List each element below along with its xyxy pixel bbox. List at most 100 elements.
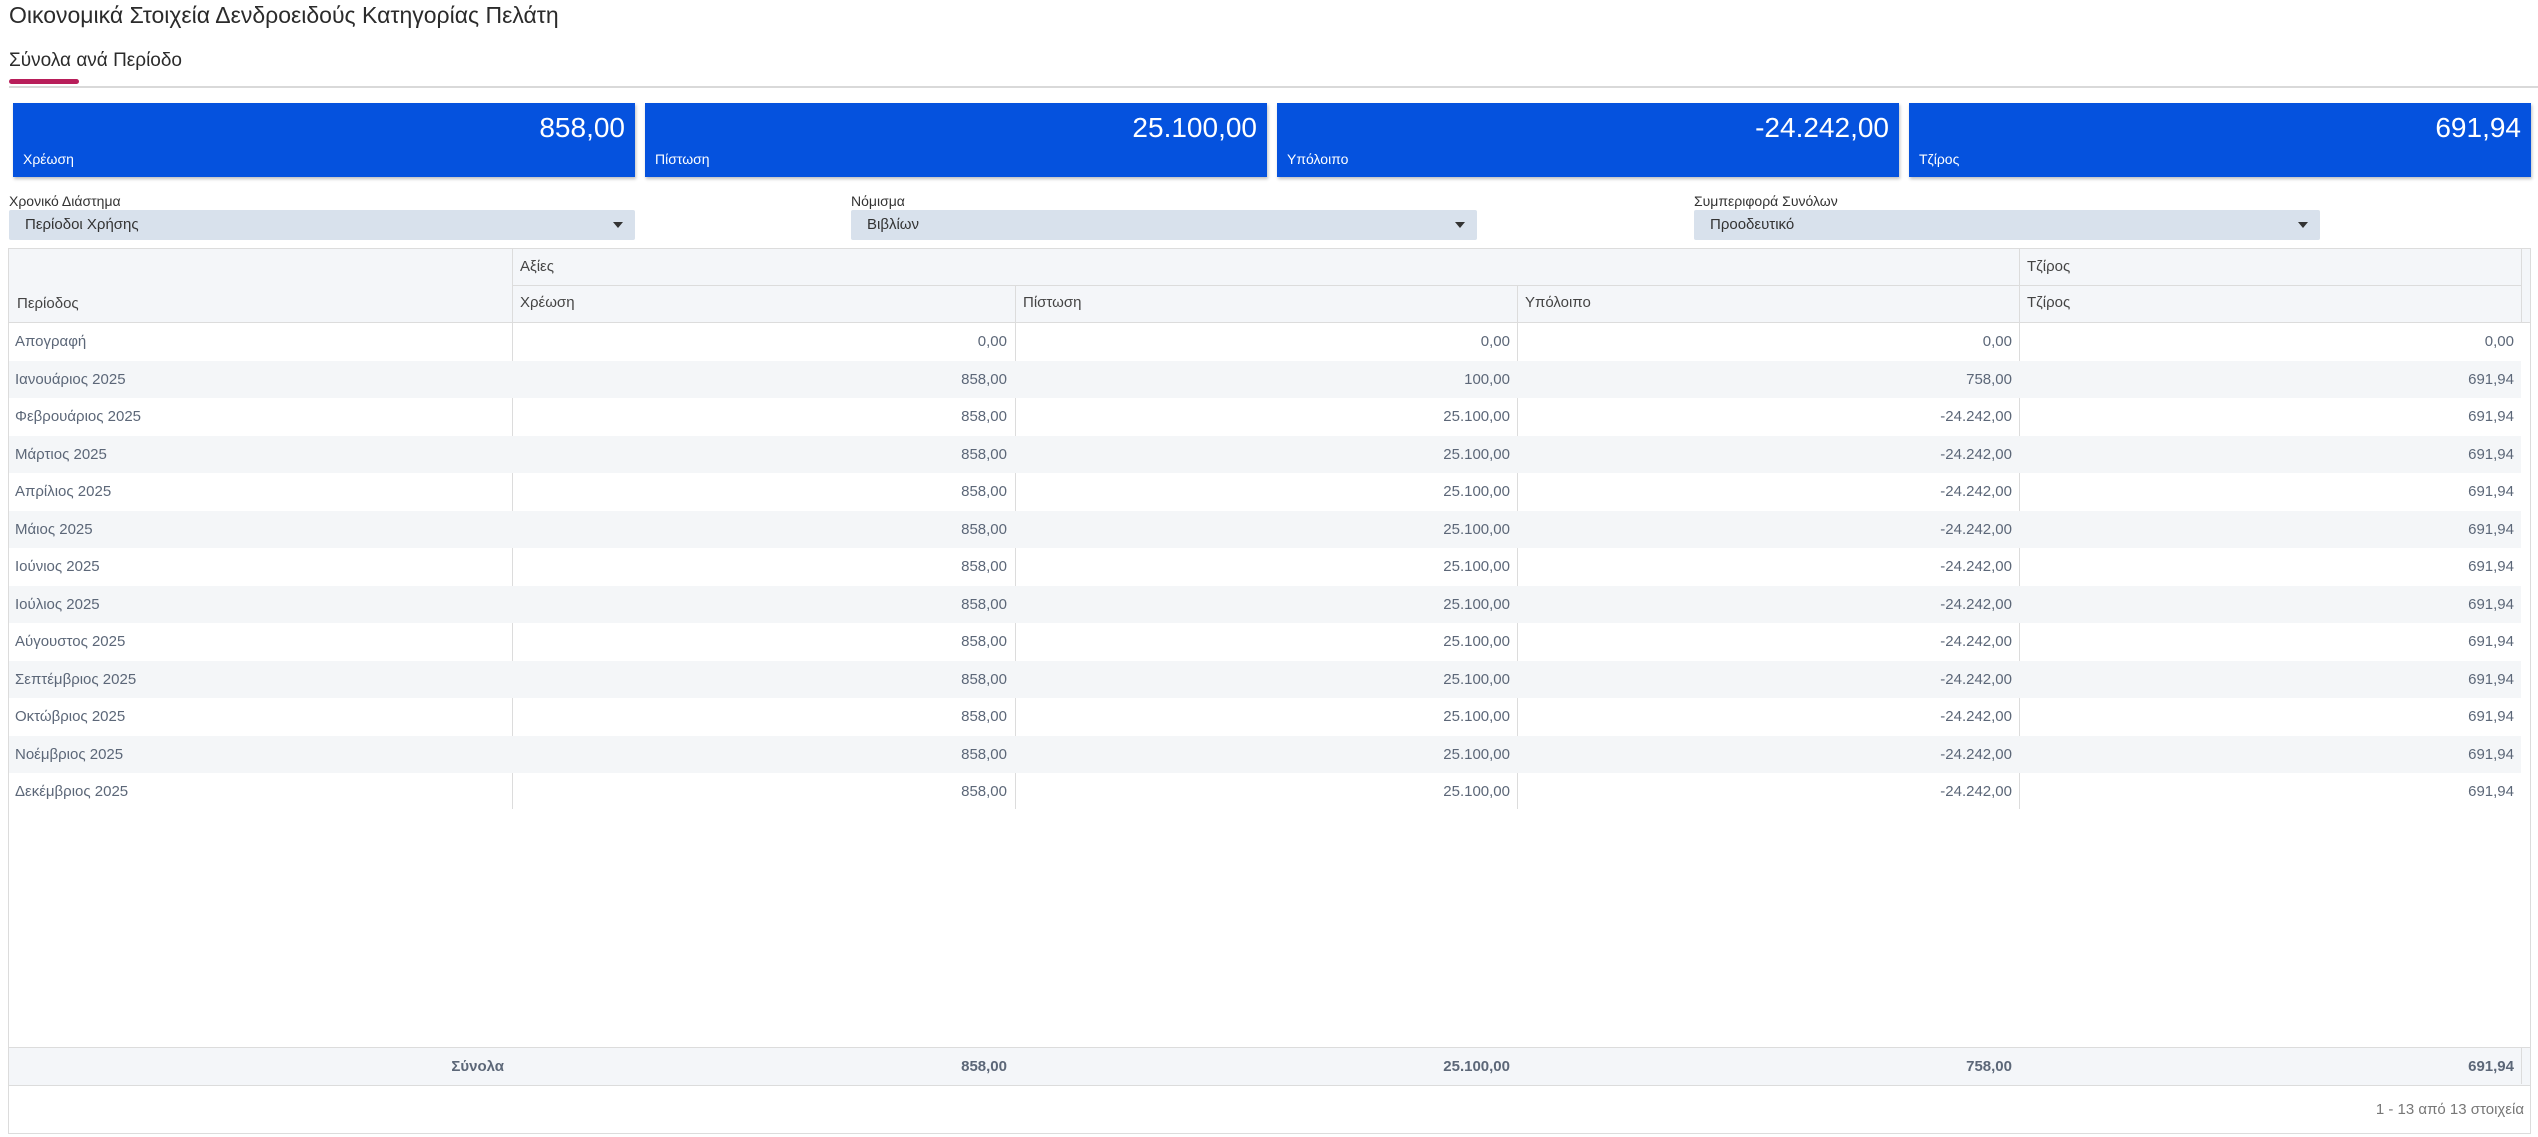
tab-totals-per-period[interactable]: Σύνολα ανά Περίοδο <box>9 46 182 76</box>
time-range-select[interactable]: Περίοδοι Χρήσης <box>9 210 635 240</box>
table-row[interactable]: Ιανουάριος 2025 858,00 100,00 758,00 691,94 <box>9 360 2521 398</box>
kpi-label: Υπόλοιπο <box>1287 151 1349 167</box>
cell-debit: 0,00 <box>977 333 1007 350</box>
table-row[interactable]: Οκτώβριος 2025 858,00 25.100,00 -24.242,00 6… <box>9 698 2521 736</box>
group-header-values: Αξίες <box>520 258 554 275</box>
table-row[interactable]: Απογραφή 0,00 0,00 0,00 0,00 <box>9 323 2521 361</box>
caret-down-icon <box>2298 222 2308 228</box>
cell-balance: -24.242,00 <box>1940 558 2012 575</box>
totals-row: Σύνολα 858,00 25.100,00 758,00 691,94 <box>9 1047 2530 1086</box>
column-header-debit[interactable]: Χρέωση <box>520 294 575 311</box>
column-header-turnover[interactable]: Τζίρος <box>2027 294 2070 311</box>
select-value: Βιβλίων <box>867 216 920 233</box>
cell-period: Νοέμβριος 2025 <box>15 745 124 763</box>
kpi-label: Τζίρος <box>1919 151 1960 167</box>
table-row[interactable]: Ιούνιος 2025 858,00 25.100,00 -24.242,00 691… <box>9 548 2521 586</box>
cell-period: Μάιος 2025 <box>15 520 93 538</box>
totals-credit: 25.100,00 <box>1443 1058 1510 1075</box>
cell-debit: 858,00 <box>961 483 1007 500</box>
kpi-value: 25.100,00 <box>1132 112 1257 143</box>
group-header-turnover: Τζίρος <box>2027 258 2071 275</box>
cell-credit: 25.100,00 <box>1443 445 1510 463</box>
column-divider <box>2521 249 2522 322</box>
filter-label: Συμπεριφορά Συνόλων <box>1694 193 1838 209</box>
cell-debit: 858,00 <box>961 520 1007 538</box>
cell-debit: 858,00 <box>961 783 1007 800</box>
cell-period: Αύγουστος 2025 <box>15 633 126 650</box>
cell-debit: 858,00 <box>961 633 1007 650</box>
cell-credit: 25.100,00 <box>1443 745 1510 763</box>
table-row[interactable]: Απρίλιος 2025 858,00 25.100,00 -24.242,00 69… <box>9 473 2521 511</box>
cell-period: Ιούλιος 2025 <box>15 595 100 613</box>
totals-balance: 758,00 <box>1966 1058 2012 1075</box>
cell-turnover: 691,94 <box>2468 745 2514 763</box>
cell-turnover: 691,94 <box>2468 670 2514 688</box>
column-header-balance[interactable]: Υπόλοιπο <box>1525 294 1591 311</box>
cell-credit: 25.100,00 <box>1443 783 1510 800</box>
totals-label: Σύνολα <box>451 1058 504 1075</box>
cell-turnover: 691,94 <box>2468 595 2514 613</box>
kpi-card-turnover: 691,94 Τζίρος <box>1909 103 2531 177</box>
kpi-label: Χρέωση <box>23 151 74 167</box>
cell-period: Σεπτέμβριος 2025 <box>15 670 137 688</box>
cell-period: Ιανουάριος 2025 <box>15 370 126 388</box>
table-row[interactable]: Δεκέμβριος 2025 858,00 25.100,00 -24.242,00… <box>9 773 2521 811</box>
totals-debit: 858,00 <box>961 1058 1007 1075</box>
cell-turnover: 691,94 <box>2468 408 2514 425</box>
cell-turnover: 691,94 <box>2468 370 2514 388</box>
cell-balance: -24.242,00 <box>1940 783 2012 800</box>
cell-balance: -24.242,00 <box>1940 483 2012 500</box>
caret-down-icon <box>613 222 623 228</box>
kpi-value: -24.242,00 <box>1755 112 1889 143</box>
caret-down-icon <box>1455 222 1465 228</box>
select-value: Προοδευτικό <box>1710 216 1795 233</box>
cell-debit: 858,00 <box>961 408 1007 425</box>
table-row[interactable]: Αύγουστος 2025 858,00 25.100,00 -24.242,00 6… <box>9 623 2521 661</box>
cell-balance: -24.242,00 <box>1940 633 2012 650</box>
cell-debit: 858,00 <box>961 595 1007 613</box>
table-row[interactable]: Σεπτέμβριος 2025 858,00 25.100,00 -24.242,0… <box>9 660 2521 698</box>
totals-behavior-select[interactable]: Προοδευτικό <box>1694 210 2320 240</box>
filter-label: Νόμισμα <box>851 193 905 209</box>
cell-debit: 858,00 <box>961 445 1007 463</box>
cell-period: Απογραφή <box>15 333 87 350</box>
cell-debit: 858,00 <box>961 558 1007 575</box>
cell-credit: 25.100,00 <box>1443 708 1510 725</box>
cell-debit: 858,00 <box>961 670 1007 688</box>
pager-info: 1 - 13 από 13 στοιχεία <box>2375 1101 2524 1118</box>
cell-period: Μάρτιος 2025 <box>15 445 107 463</box>
cell-debit: 858,00 <box>961 708 1007 725</box>
cell-balance: 758,00 <box>1966 370 2012 388</box>
cell-credit: 0,00 <box>1480 333 1510 350</box>
cell-credit: 25.100,00 <box>1443 408 1510 425</box>
kpi-card-credit: 25.100,00 Πίστωση <box>645 103 1267 177</box>
cell-balance: -24.242,00 <box>1940 708 2012 725</box>
cell-balance: -24.242,00 <box>1940 408 2012 425</box>
kpi-value: 858,00 <box>539 112 625 143</box>
filter-label: Χρονικό Διάστημα <box>9 193 121 209</box>
filter-totals-behavior: Συμπεριφορά Συνόλων Προοδευτικό <box>1694 192 2320 240</box>
table-row[interactable]: Μάρτιος 2025 858,00 25.100,00 -24.242,00 691… <box>9 435 2521 473</box>
filter-time-range: Χρονικό Διάστημα Περίοδοι Χρήσης <box>9 192 635 240</box>
period-totals-grid: Αξίες Τζίρος Περίοδος Χρέωση Πίστωση Υπό… <box>8 248 2531 1134</box>
tab-bar: Σύνολα ανά Περίοδο <box>9 46 2538 88</box>
cell-credit: 25.100,00 <box>1443 595 1510 613</box>
currency-select[interactable]: Βιβλίων <box>851 210 1477 240</box>
cell-turnover: 691,94 <box>2468 783 2514 800</box>
kpi-label: Πίστωση <box>655 151 710 167</box>
cell-turnover: 0,00 <box>2484 333 2514 350</box>
cell-turnover: 691,94 <box>2468 520 2514 538</box>
cell-period: Φεβρουάριος 2025 <box>15 408 142 425</box>
table-row[interactable]: Μάιος 2025 858,00 25.100,00 -24.242,00 691,9… <box>9 510 2521 548</box>
cell-balance: -24.242,00 <box>1940 595 2012 613</box>
column-header-credit[interactable]: Πίστωση <box>1023 294 1081 311</box>
cell-period: Ιούνιος 2025 <box>15 558 100 575</box>
table-row[interactable]: Νοέμβριος 2025 858,00 25.100,00 -24.242,00 6… <box>9 735 2521 773</box>
column-divider <box>2521 1047 2522 1084</box>
column-header-period[interactable]: Περίοδος <box>17 295 79 312</box>
table-row[interactable]: Ιούλιος 2025 858,00 25.100,00 -24.242,00 691… <box>9 585 2521 623</box>
cell-debit: 858,00 <box>961 745 1007 763</box>
cell-turnover: 691,94 <box>2468 445 2514 463</box>
cell-turnover: 691,94 <box>2468 708 2514 725</box>
table-row[interactable]: Φεβρουάριος 2025 858,00 25.100,00 -24.242,0… <box>9 398 2521 436</box>
